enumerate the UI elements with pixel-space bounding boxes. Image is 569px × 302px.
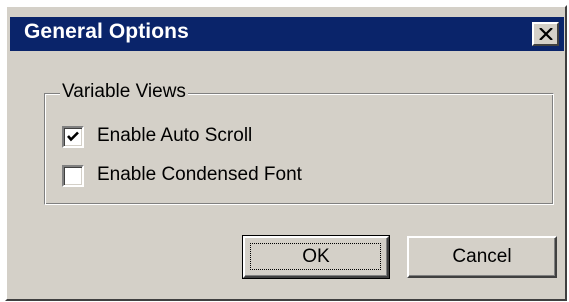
- general-options-dialog: General Options Variable Views Enable Au…: [5, 5, 567, 301]
- title-bar[interactable]: General Options: [10, 17, 564, 51]
- enable-auto-scroll-label[interactable]: Enable Auto Scroll: [97, 125, 252, 147]
- enable-auto-scroll-checkbox[interactable]: [62, 126, 84, 148]
- ok-button-label: OK: [302, 246, 330, 267]
- variable-views-group: Variable Views Enable Auto Scroll Enable…: [44, 81, 554, 205]
- cancel-button-label: Cancel: [452, 246, 512, 267]
- dialog-title: General Options: [24, 20, 189, 43]
- checkmark-icon: [67, 131, 79, 142]
- group-label: Variable Views: [60, 81, 188, 103]
- close-button[interactable]: [532, 22, 559, 46]
- enable-condensed-font-checkbox[interactable]: [62, 165, 84, 187]
- enable-condensed-font-label[interactable]: Enable Condensed Font: [97, 164, 302, 186]
- cancel-button[interactable]: Cancel: [407, 236, 557, 278]
- close-icon: [539, 28, 553, 40]
- ok-button[interactable]: OK: [242, 235, 390, 279]
